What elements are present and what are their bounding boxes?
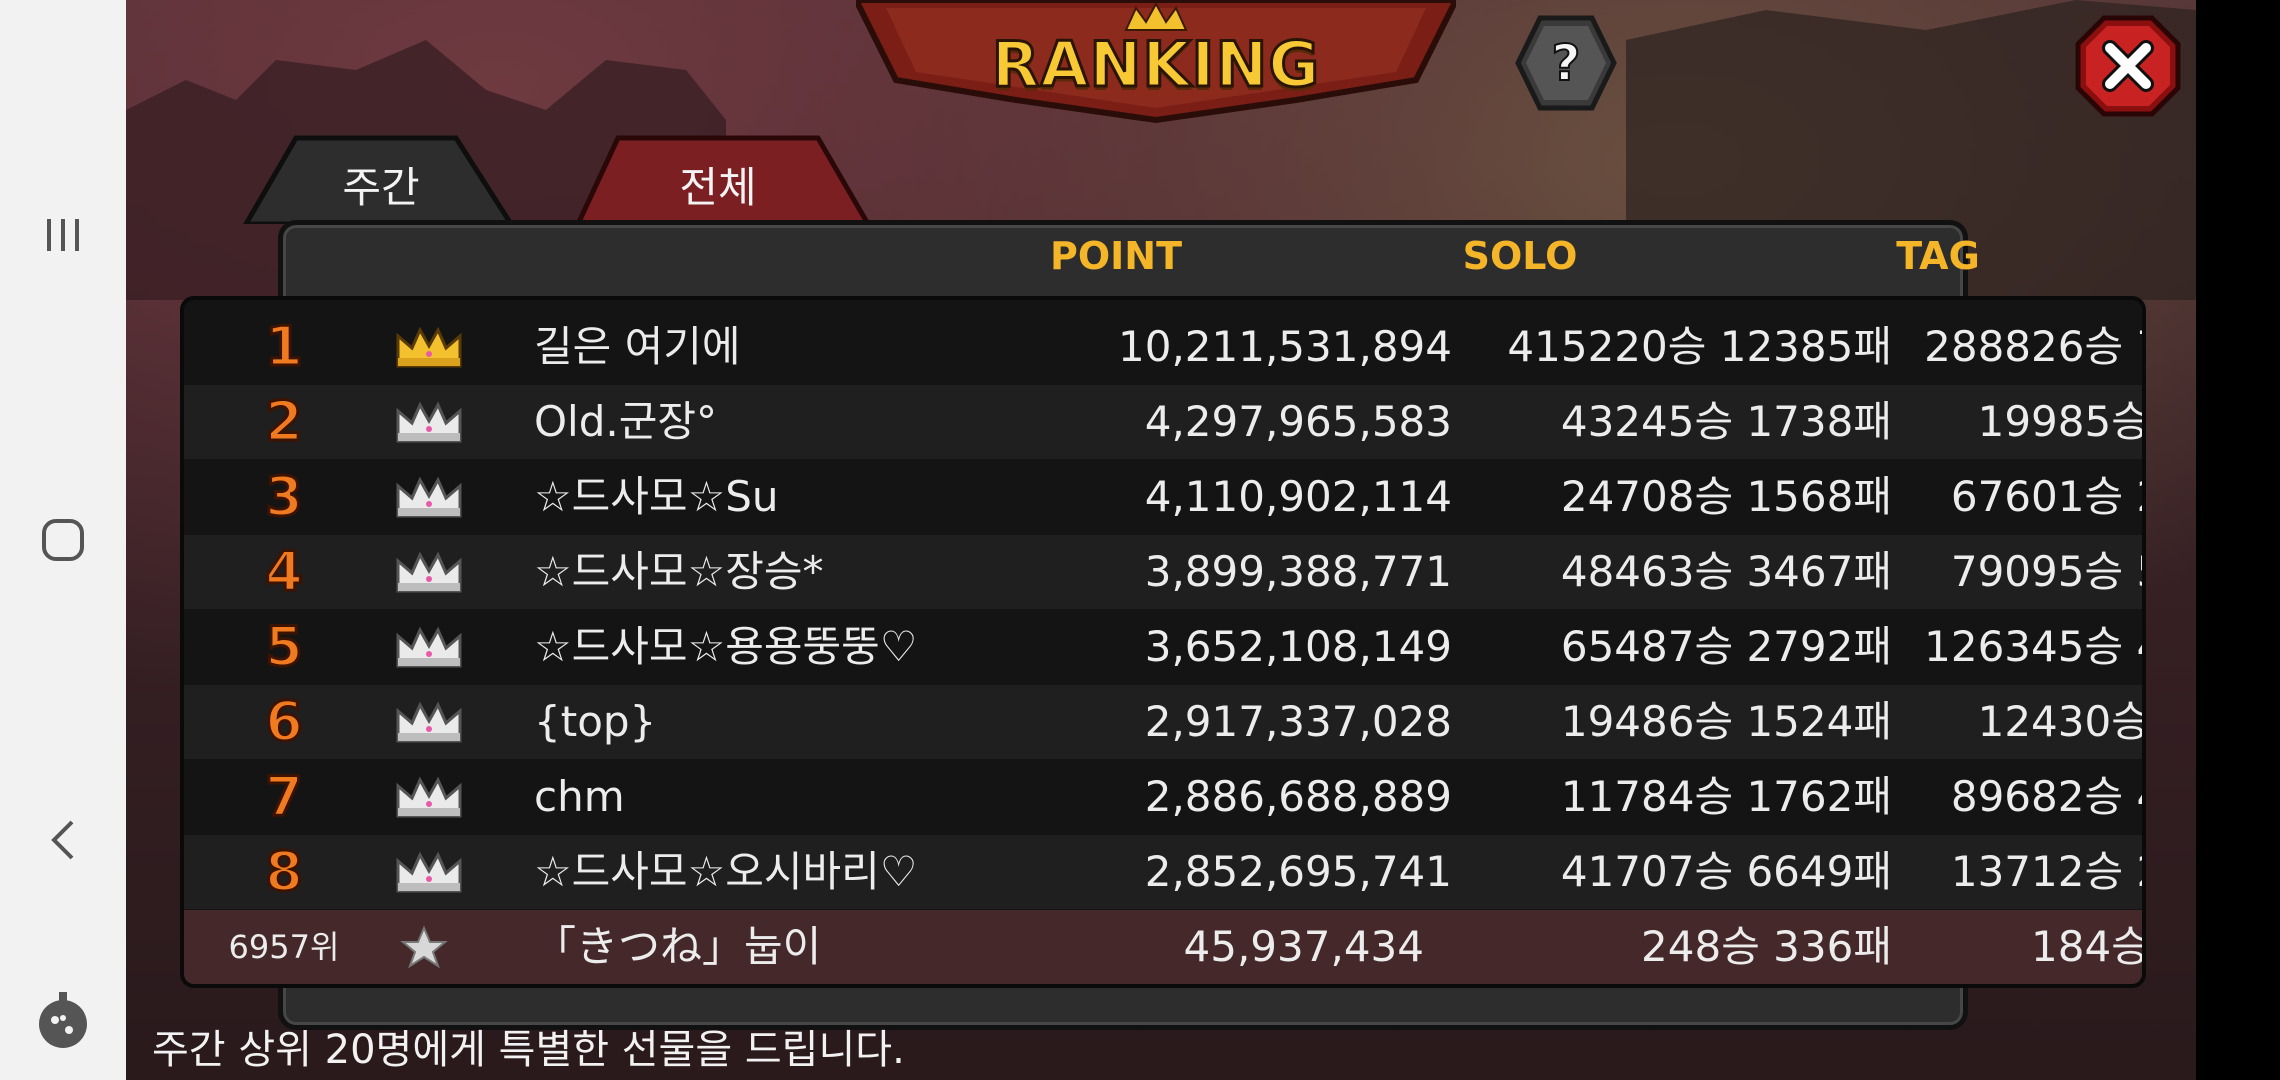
help-button[interactable]: ? xyxy=(1514,14,1618,112)
home-icon[interactable] xyxy=(0,515,126,565)
tag-record: 67601승 2540패 xyxy=(1950,472,2142,521)
table-row[interactable]: 2 Old.군장° 4,297,965,583 43245승 1738패 19985승 … xyxy=(184,385,2146,459)
tag-record: 12430승 800패 xyxy=(1977,697,2146,746)
tab-all[interactable]: 전체 xyxy=(568,132,888,224)
gold-crown-icon xyxy=(394,326,464,370)
crown-icon xyxy=(1124,1,1188,31)
tab-label: 전체 xyxy=(679,163,757,212)
table-row[interactable]: 3 ☆드사모☆Su 4,110,902,114 24708승 1568패 67601승 … xyxy=(184,460,2142,534)
system-nav-bar xyxy=(0,0,126,1080)
rank-number: 2 xyxy=(264,389,305,455)
tag-record: 184승 167패 xyxy=(2031,922,2146,971)
recent-apps-icon[interactable] xyxy=(0,210,126,260)
silver-crown-icon xyxy=(394,701,464,745)
tag-record: 79095승 5659패 xyxy=(1950,547,2142,596)
rank-number: 7 xyxy=(264,764,305,830)
my-rank-row[interactable]: 6957위「きつね」눕이45,937,434248승 336패184승 167패 xyxy=(184,910,2146,984)
column-header-tag: TAG xyxy=(1896,234,1980,278)
silver-crown-icon xyxy=(394,401,464,445)
rank-number: 1 xyxy=(264,314,305,380)
my-rank: 6957위 xyxy=(228,928,340,966)
tab-weekly[interactable]: 주간 xyxy=(236,132,526,224)
star-icon xyxy=(399,925,469,969)
footer-notice: 주간 상위 20명에게 특별한 선물을 드립니다. xyxy=(152,1027,905,1073)
table-row[interactable]: 6{top}2,917,337,02819486승 1524패12430승 80… xyxy=(184,685,2146,759)
rank-number: 3 xyxy=(264,464,305,530)
game-launcher-icon[interactable] xyxy=(0,990,126,1050)
question-icon: ? xyxy=(1551,34,1580,92)
table-row[interactable]: 4 ☆드사모☆장승* 3,899,388,771 48463승 3467패 79095승… xyxy=(184,535,2142,609)
rank-number: 6 xyxy=(264,689,305,755)
silver-crown-icon xyxy=(394,851,464,895)
tab-label: 주간 xyxy=(342,163,420,212)
silver-crown-icon xyxy=(394,626,464,670)
rank-number: 4 xyxy=(264,539,305,605)
silver-crown-icon xyxy=(394,776,464,820)
page-title: RANKING xyxy=(990,27,1321,103)
column-header-point: POINT xyxy=(1049,234,1183,278)
rank-number: 5 xyxy=(264,614,305,680)
tag-record: 19985승 593패 xyxy=(1977,397,2146,446)
back-icon[interactable] xyxy=(0,815,126,865)
table-row[interactable]: 8 ☆드사모☆오시바리♡ 2,852,695,741 41707승 6649패 1371… xyxy=(184,835,2142,909)
table-row[interactable]: 5 ☆드사모☆용용뚱뚱♡ 3,652,108,149 65487승 2792패 1263… xyxy=(184,610,2142,684)
tag-record: 89682승 4477패 xyxy=(1950,772,2142,821)
tag-record: 126345승 4926패 xyxy=(1924,622,2142,671)
close-button[interactable] xyxy=(2074,14,2182,118)
tag-record: 288826승 7535패 xyxy=(1924,322,2142,371)
table-row[interactable]: 1 길은 여기에 10,211,531,894 415220승 12385패 28882… xyxy=(184,310,2142,384)
tag-record: 13712승 2078패 xyxy=(1950,847,2142,896)
table-row[interactable]: 7chm2,886,688,88911784승 1762패89682승 4477… xyxy=(184,760,2142,834)
silver-crown-icon xyxy=(394,551,464,595)
ranking-table: 1 길은 여기에 10,211,531,894 415220승 12385패 28882… xyxy=(180,296,2146,988)
rank-number: 8 xyxy=(264,839,305,905)
silver-crown-icon xyxy=(394,476,464,520)
screen-edge xyxy=(2196,0,2280,1080)
column-header-solo: SOLO xyxy=(1462,234,1578,278)
